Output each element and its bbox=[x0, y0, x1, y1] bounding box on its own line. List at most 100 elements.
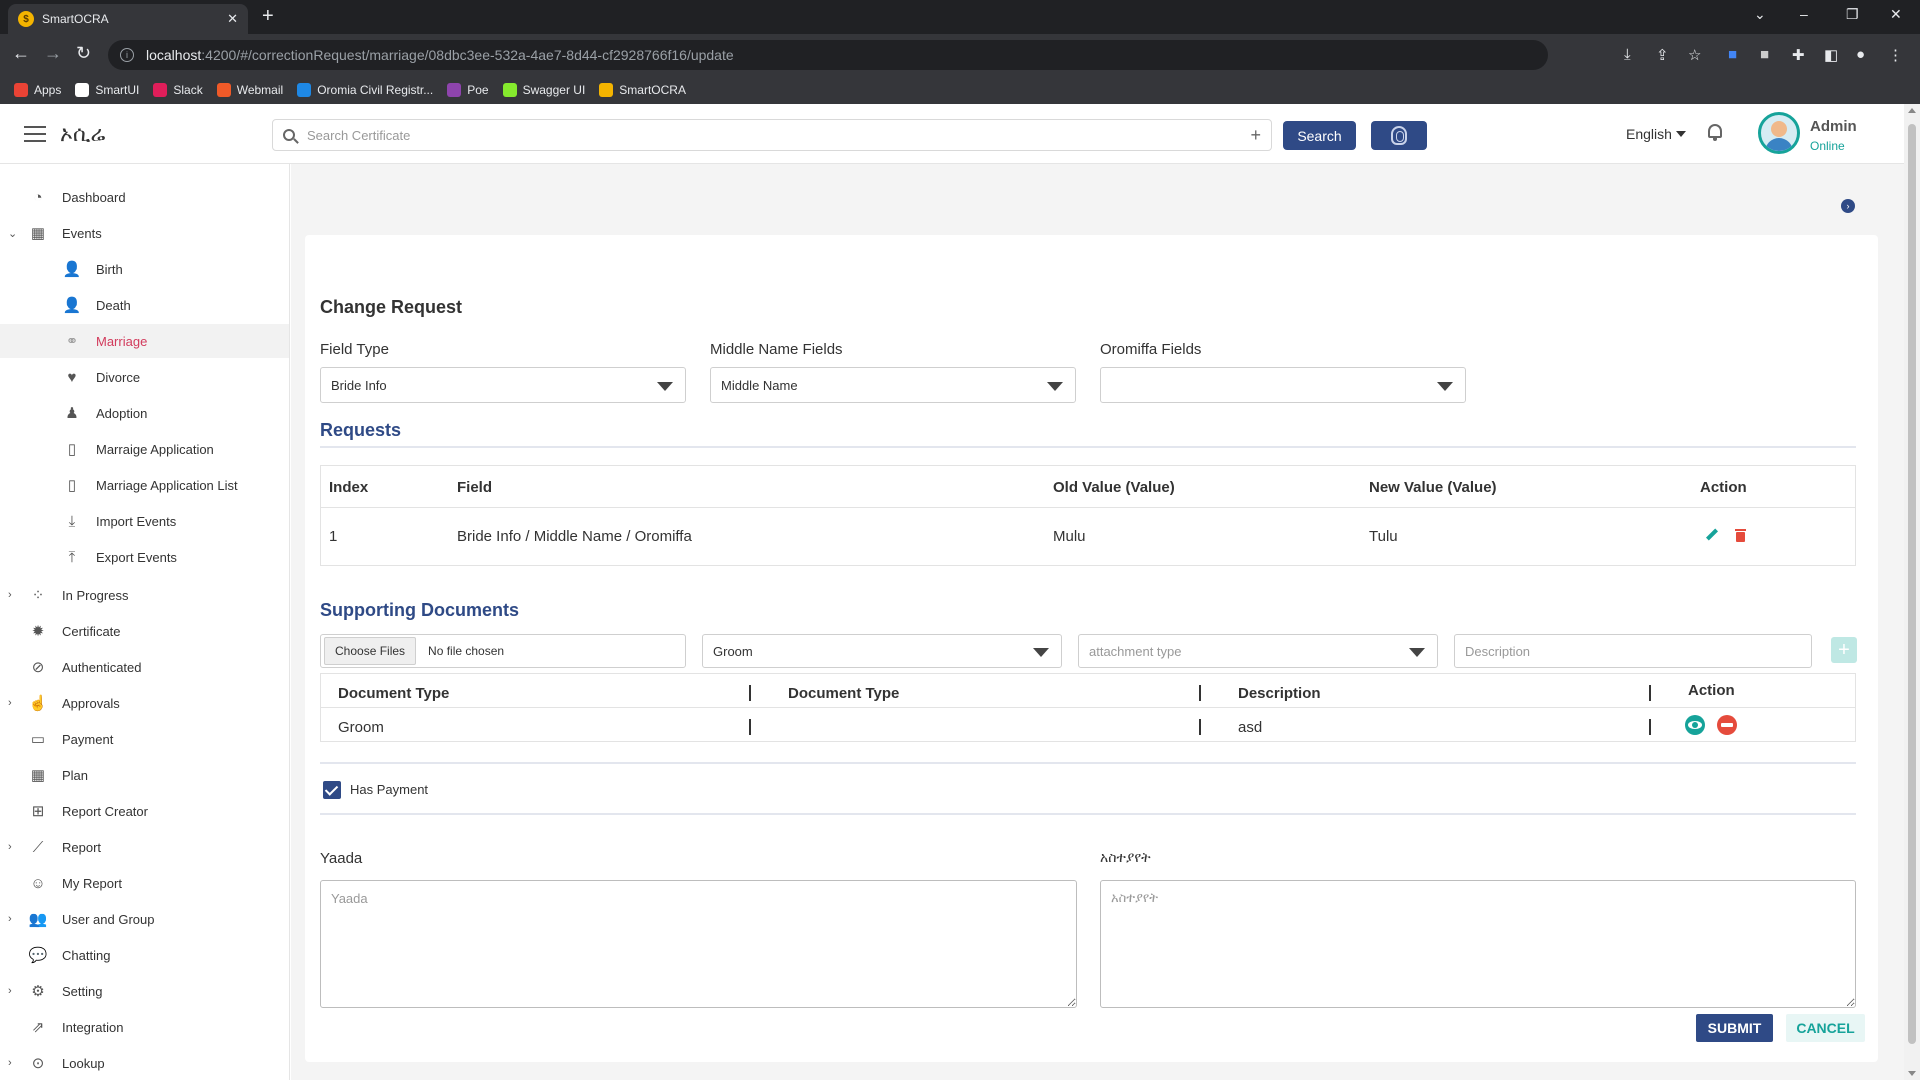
close-window-icon[interactable]: ✕ bbox=[1890, 6, 1902, 23]
scroll-up-icon[interactable] bbox=[1908, 108, 1916, 113]
document-icon: ▯ bbox=[67, 441, 77, 458]
bookmark-poe[interactable]: Poe bbox=[447, 83, 489, 97]
chevron-right-icon[interactable]: › bbox=[8, 589, 12, 601]
browser-tab[interactable]: $ SmartOCRA ✕ bbox=[8, 4, 248, 34]
column-header: Index bbox=[329, 479, 369, 496]
submit-button[interactable]: SUBMIT bbox=[1696, 1014, 1773, 1042]
sidebar-item-adoption[interactable]: ♟ Adoption bbox=[0, 396, 289, 430]
bookmark-slack[interactable]: Slack bbox=[153, 83, 203, 97]
sidebar-item-birth[interactable]: 👤 Birth bbox=[0, 252, 289, 286]
chevron-down-icon[interactable]: ⌄ bbox=[8, 227, 17, 240]
sidebar-item-integration[interactable]: ⇗ Integration bbox=[0, 1010, 289, 1044]
restore-icon[interactable]: ❐ bbox=[1846, 6, 1859, 23]
chevron-right-icon[interactable]: › bbox=[8, 841, 12, 853]
chevron-right-icon[interactable]: › bbox=[8, 985, 12, 997]
sidebar-item-import-events[interactable]: ⤓ Import Events bbox=[0, 504, 289, 538]
bookmark-swagger[interactable]: Swagger UI bbox=[502, 83, 586, 97]
sidebar-item-lookup[interactable]: › ⊙ Lookup bbox=[0, 1046, 289, 1080]
sidebar-item-plan[interactable]: ▦ Plan bbox=[0, 758, 289, 792]
site-info-icon[interactable]: i bbox=[120, 48, 134, 62]
choose-files-button[interactable]: Choose Files bbox=[324, 637, 417, 665]
sidebar-item-approvals[interactable]: › ☝ Approvals bbox=[0, 686, 289, 720]
side-panel-icon[interactable]: ◧ bbox=[1824, 46, 1838, 64]
sidebar-item-marriage[interactable]: ⚭ Marriage bbox=[0, 324, 289, 358]
bookmark-label: Swagger UI bbox=[522, 83, 586, 97]
chevron-right-icon[interactable]: › bbox=[8, 1057, 12, 1069]
scroll-down-icon[interactable] bbox=[1908, 1071, 1916, 1076]
bookmark-smartocra[interactable]: SmartOCRA bbox=[599, 83, 686, 97]
amharic-remark-textarea[interactable] bbox=[1100, 880, 1856, 1008]
field-type-select[interactable]: Bride Info bbox=[320, 367, 686, 403]
tab-search-icon[interactable]: ⌄ bbox=[1754, 6, 1766, 23]
edit-pencil-icon[interactable] bbox=[1705, 528, 1719, 542]
extension-image-icon[interactable]: ■ bbox=[1760, 46, 1769, 63]
sidebar-item-authenticated[interactable]: ⊘ Authenticated bbox=[0, 650, 289, 684]
extensions-puzzle-icon[interactable]: ✚ bbox=[1792, 46, 1805, 64]
page-scrollbar[interactable] bbox=[1904, 104, 1920, 1080]
caret-down-icon bbox=[1675, 131, 1686, 137]
sidebar-item-certificate[interactable]: ✹ Certificate bbox=[0, 614, 289, 648]
document-owner-select[interactable]: Groom bbox=[702, 634, 1062, 668]
bookmark-smartui[interactable]: SmartUI bbox=[75, 83, 139, 97]
avatar[interactable] bbox=[1758, 112, 1800, 154]
new-tab-button[interactable]: + bbox=[262, 5, 274, 28]
sidebar-item-death[interactable]: 👤 Death bbox=[0, 288, 289, 322]
view-eye-icon[interactable] bbox=[1685, 715, 1705, 735]
bookmark-apps[interactable]: Apps bbox=[14, 83, 61, 97]
extension-fj-icon[interactable]: ■ bbox=[1728, 46, 1737, 63]
yaada-textarea[interactable] bbox=[320, 880, 1077, 1008]
sidebar-item-user-and-group[interactable]: › 👥 User and Group bbox=[0, 902, 289, 936]
cancel-button[interactable]: CANCEL bbox=[1786, 1014, 1865, 1042]
chevron-right-icon[interactable]: › bbox=[1841, 199, 1855, 213]
sidebar-item-in-progress[interactable]: › ⁘ In Progress bbox=[0, 578, 289, 612]
oromiffa-select[interactable] bbox=[1100, 367, 1466, 403]
remove-minus-icon[interactable] bbox=[1717, 715, 1737, 735]
sidebar-item-report[interactable]: › ⟋ Report bbox=[0, 830, 289, 864]
forward-icon[interactable]: → bbox=[44, 43, 62, 64]
plus-icon[interactable]: + bbox=[1250, 125, 1261, 146]
sidebar-item-export-events[interactable]: ⤒ Export Events bbox=[0, 540, 289, 574]
reload-icon[interactable]: ↻ bbox=[76, 43, 91, 64]
back-icon[interactable]: ← bbox=[12, 43, 30, 64]
sidebar-item-my-report[interactable]: ☺ My Report bbox=[0, 866, 289, 900]
file-status: No file chosen bbox=[428, 644, 505, 658]
share-icon[interactable]: ⇪ bbox=[1656, 46, 1669, 64]
sidebar-item-events[interactable]: ⌄ ▦ Events bbox=[0, 216, 289, 250]
tab-close-icon[interactable]: ✕ bbox=[227, 11, 238, 27]
delete-trash-icon[interactable] bbox=[1735, 529, 1746, 542]
bookmark-oromia-civil[interactable]: Oromia Civil Registr... bbox=[297, 83, 433, 97]
profile-icon[interactable]: ● bbox=[1856, 46, 1865, 63]
notification-bell-icon[interactable] bbox=[1707, 124, 1723, 142]
sidebar-item-marriage-application-list[interactable]: ▯ Marriage Application List bbox=[0, 468, 289, 502]
bookmark-star-icon[interactable]: ☆ bbox=[1688, 46, 1701, 64]
sidebar-item-divorce[interactable]: ♥ Divorce bbox=[0, 360, 289, 394]
fingerprint-button[interactable] bbox=[1371, 121, 1427, 150]
middle-name-select[interactable]: Middle Name bbox=[710, 367, 1076, 403]
add-document-button[interactable]: + bbox=[1831, 637, 1857, 663]
sidebar-item-setting[interactable]: › ⚙ Setting bbox=[0, 974, 289, 1008]
sidebar-item-payment[interactable]: ▭ Payment bbox=[0, 722, 289, 756]
sidebar-item-dashboard[interactable]: ◔ Dashboard bbox=[0, 180, 289, 214]
chevron-right-icon[interactable]: › bbox=[8, 913, 12, 925]
search-input[interactable] bbox=[307, 127, 1251, 143]
install-app-icon[interactable]: ⤓ bbox=[1624, 46, 1631, 63]
attachment-type-select[interactable]: attachment type bbox=[1078, 634, 1438, 668]
sidebar-item-report-creator[interactable]: ⊞ Report Creator bbox=[0, 794, 289, 828]
browser-menu-icon[interactable]: ⋮ bbox=[1888, 46, 1903, 64]
minimize-icon[interactable]: – bbox=[1800, 6, 1808, 22]
chevron-right-icon[interactable]: › bbox=[8, 697, 12, 709]
file-upload[interactable]: Choose Files No file chosen bbox=[320, 634, 686, 668]
sidebar-item-chatting[interactable]: 💬 Chatting bbox=[0, 938, 289, 972]
certificate-icon: ✹ bbox=[31, 623, 45, 640]
menu-toggle-icon[interactable] bbox=[24, 126, 46, 142]
supporting-documents-heading: Supporting Documents bbox=[320, 600, 519, 620]
sidebar-item-marraige-application[interactable]: ▯ Marraige Application bbox=[0, 432, 289, 466]
description-input[interactable] bbox=[1454, 634, 1812, 668]
url-bar[interactable]: i localhost:4200/#/correctionRequest/mar… bbox=[108, 40, 1548, 70]
sidebar-item-label: Marriage bbox=[96, 333, 148, 349]
has-payment-checkbox[interactable] bbox=[323, 781, 341, 799]
bookmark-webmail[interactable]: Webmail bbox=[216, 83, 283, 97]
search-button[interactable]: Search bbox=[1283, 121, 1356, 150]
language-selector[interactable]: English bbox=[1626, 126, 1686, 142]
scrollbar-thumb[interactable] bbox=[1908, 124, 1916, 1044]
